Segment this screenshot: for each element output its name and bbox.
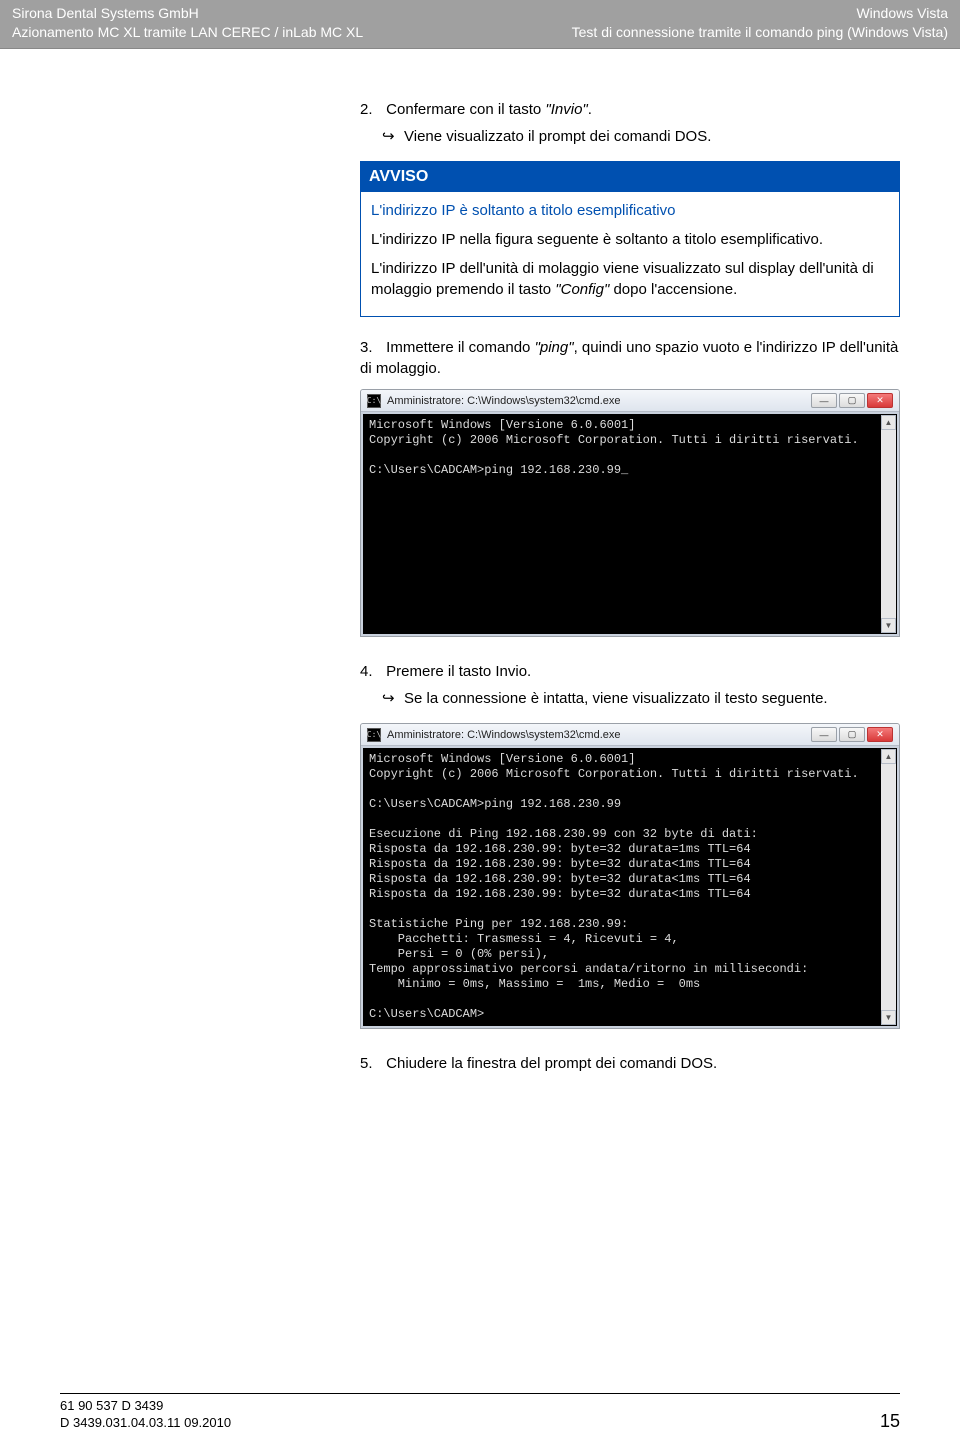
step-4: 4. Premere il tasto Invio. xyxy=(360,661,900,682)
scrollbar[interactable]: ▲ ▼ xyxy=(881,749,896,1025)
console-1-body[interactable]: Microsoft Windows [Versione 6.0.6001] Co… xyxy=(363,414,897,634)
minimize-button[interactable]: — xyxy=(811,727,837,742)
console-figure-1: C:\ Amministratore: C:\Windows\system32\… xyxy=(360,389,900,637)
cmd-icon: C:\ xyxy=(367,728,381,742)
close-button[interactable]: ✕ xyxy=(867,727,893,742)
notice-p2-key: "Config" xyxy=(555,281,609,298)
notice-heading: L'indirizzo IP è soltanto a titolo esemp… xyxy=(371,200,889,221)
page-header: Sirona Dental Systems GmbH Azionamento M… xyxy=(0,0,960,49)
header-doc-title: Azionamento MC XL tramite LAN CEREC / in… xyxy=(12,23,363,42)
step-3-cmd: "ping" xyxy=(535,339,574,356)
scroll-up-icon[interactable]: ▲ xyxy=(881,749,896,764)
close-button[interactable]: ✕ xyxy=(867,393,893,408)
step-3-text-a: Immettere il comando xyxy=(386,339,534,356)
console-1-titlebar[interactable]: C:\ Amministratore: C:\Windows\system32\… xyxy=(361,390,899,412)
step-2-result-text: Viene visualizzato il prompt dei comandi… xyxy=(404,128,711,145)
header-section: Test di connessione tramite il comando p… xyxy=(572,23,948,42)
scrollbar[interactable]: ▲ ▼ xyxy=(881,415,896,633)
page-number: 15 xyxy=(880,1411,900,1432)
header-company: Sirona Dental Systems GmbH xyxy=(12,4,363,23)
console-2-body[interactable]: Microsoft Windows [Versione 6.0.6001] Co… xyxy=(363,748,897,1026)
maximize-button[interactable]: ▢ xyxy=(839,727,865,742)
step-5-text: Chiudere la finestra del prompt dei coma… xyxy=(386,1055,717,1072)
cmd-icon: C:\ xyxy=(367,394,381,408)
step-3: 3. Immettere il comando "ping", quindi u… xyxy=(360,337,900,379)
maximize-button[interactable]: ▢ xyxy=(839,393,865,408)
scroll-up-icon[interactable]: ▲ xyxy=(881,415,896,430)
step-5-num: 5. xyxy=(360,1053,382,1074)
header-os: Windows Vista xyxy=(572,4,948,23)
notice-title: AVVISO xyxy=(361,162,899,192)
notice-p2-c: dopo l'accensione. xyxy=(609,281,737,298)
step-4-text: Premere il tasto Invio. xyxy=(386,663,531,680)
step-2-text-c: . xyxy=(588,101,592,118)
step-4-num: 4. xyxy=(360,661,382,682)
scroll-down-icon[interactable]: ▼ xyxy=(881,1010,896,1025)
console-2-title: Amministratore: C:\Windows\system32\cmd.… xyxy=(387,729,621,741)
step-3-num: 3. xyxy=(360,337,382,358)
notice-p2: L'indirizzo IP dell'unità di molaggio vi… xyxy=(371,258,889,300)
notice-p1: L'indirizzo IP nella figura seguente è s… xyxy=(371,229,889,250)
console-1-title: Amministratore: C:\Windows\system32\cmd.… xyxy=(387,395,621,407)
minimize-button[interactable]: — xyxy=(811,393,837,408)
step-2: 2. Confermare con il tasto "Invio". xyxy=(360,99,900,120)
footer-code-2: D 3439.031.04.03.11 09.2010 xyxy=(60,1415,231,1432)
step-4-result: Se la connessione è intatta, viene visua… xyxy=(360,688,900,709)
step-2-text-a: Confermare con il tasto xyxy=(386,101,545,118)
page-footer: 61 90 537 D 3439 D 3439.031.04.03.11 09.… xyxy=(0,1393,960,1432)
step-5: 5. Chiudere la finestra del prompt dei c… xyxy=(360,1053,900,1074)
step-2-result: Viene visualizzato il prompt dei comandi… xyxy=(360,126,900,147)
notice-box: AVVISO L'indirizzo IP è soltanto a titol… xyxy=(360,161,900,317)
step-4-result-text: Se la connessione è intatta, viene visua… xyxy=(404,690,828,707)
console-figure-2: C:\ Amministratore: C:\Windows\system32\… xyxy=(360,723,900,1029)
step-2-key: "Invio" xyxy=(545,101,587,118)
scroll-down-icon[interactable]: ▼ xyxy=(881,618,896,633)
header-left: Sirona Dental Systems GmbH Azionamento M… xyxy=(12,4,363,42)
footer-code-1: 61 90 537 D 3439 xyxy=(60,1398,231,1415)
console-2-titlebar[interactable]: C:\ Amministratore: C:\Windows\system32\… xyxy=(361,724,899,746)
header-right: Windows Vista Test di connessione tramit… xyxy=(572,4,948,42)
step-2-num: 2. xyxy=(360,99,382,120)
